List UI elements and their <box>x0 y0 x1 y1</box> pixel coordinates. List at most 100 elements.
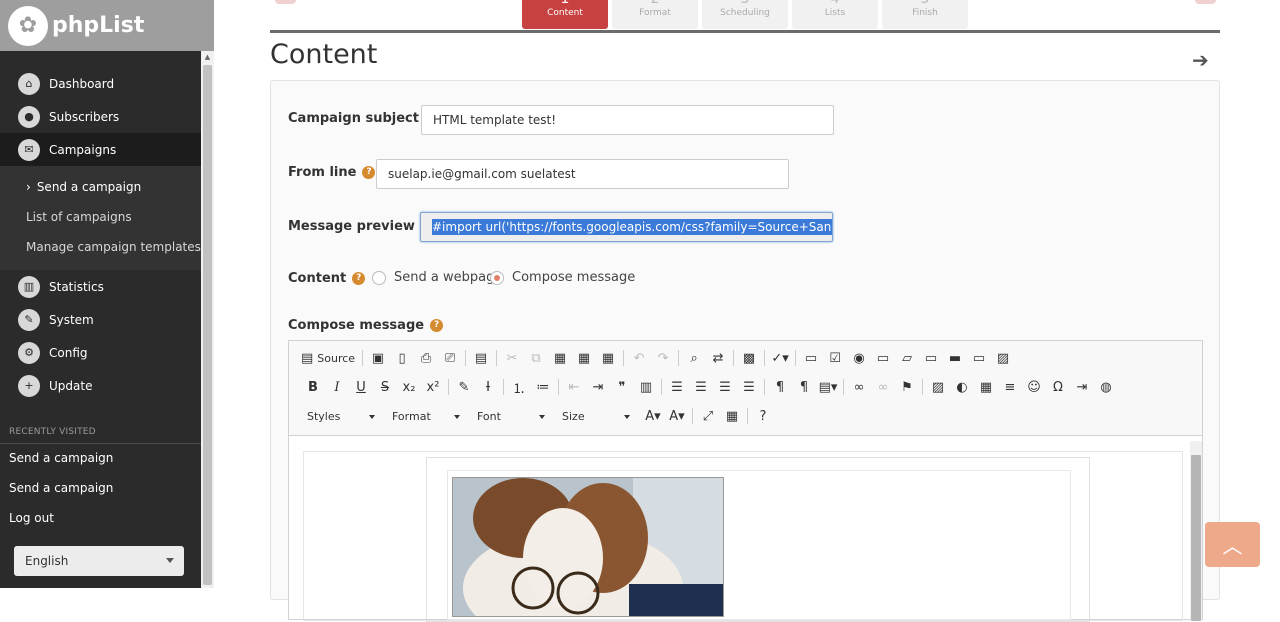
strikethrough-icon[interactable]: S <box>373 376 397 398</box>
align-right-icon[interactable]: ☰ <box>713 376 737 398</box>
select-all-icon[interactable]: ▩ <box>737 347 761 369</box>
arrow-right-icon[interactable]: ➔ <box>1192 48 1209 72</box>
subscript-icon[interactable]: x₂ <box>397 376 421 398</box>
indent-icon[interactable]: ⇥ <box>586 376 610 398</box>
flash-icon[interactable]: ◐ <box>950 376 974 398</box>
hidden-field-icon[interactable]: ▨ <box>991 347 1015 369</box>
step-format[interactable]: 2 Format <box>612 0 698 29</box>
help-icon[interactable]: ? <box>430 319 444 332</box>
recent-link[interactable]: Send a campaign <box>9 451 113 465</box>
help-icon[interactable]: ? <box>362 166 376 179</box>
show-blocks-icon[interactable]: ▦ <box>720 405 744 427</box>
font-combo[interactable]: Font <box>471 406 551 426</box>
scroll-to-top-button[interactable]: ︿ <box>1205 522 1260 567</box>
undo-icon[interactable]: ↶ <box>627 347 651 369</box>
nav-item-subscribers[interactable]: ● Subscribers <box>0 100 201 133</box>
outdent-icon[interactable]: ⇤ <box>562 376 586 398</box>
submenu-list-campaigns[interactable]: List of campaigns <box>0 202 201 232</box>
background-color-icon[interactable]: A▾ <box>665 405 689 427</box>
paste-text-icon[interactable]: ▦ <box>572 347 596 369</box>
link-icon[interactable]: ∞ <box>847 376 871 398</box>
cut-icon[interactable]: ✂ <box>500 347 524 369</box>
radio-compose-message[interactable]: Compose message <box>490 270 635 285</box>
sidebar-scrollbar[interactable]: ▲ <box>201 51 214 588</box>
preview-icon[interactable]: ⎙ <box>414 347 438 369</box>
next-step-corner-button[interactable] <box>1195 0 1216 4</box>
iframe-icon[interactable]: ◍ <box>1094 376 1118 398</box>
submenu-send-campaign[interactable]: › Send a campaign <box>0 172 201 202</box>
paste-icon[interactable]: ▦ <box>548 347 572 369</box>
step-finish[interactable]: 5 Finish <box>882 0 968 29</box>
superscript-icon[interactable]: x² <box>421 376 445 398</box>
spellcheck-icon[interactable]: ✓▾ <box>768 347 792 369</box>
help-icon[interactable]: ? <box>352 272 366 285</box>
language-select[interactable]: English <box>14 546 184 576</box>
editor-content-area[interactable] <box>303 451 1183 622</box>
textfield-icon[interactable]: ▭ <box>871 347 895 369</box>
radio-circle[interactable] <box>372 270 386 285</box>
horizontal-line-icon[interactable]: ≡ <box>998 376 1022 398</box>
justify-icon[interactable]: ☰ <box>737 376 761 398</box>
select-field-icon[interactable]: ▭ <box>919 347 943 369</box>
styles-combo[interactable]: Styles <box>301 406 381 426</box>
new-page-icon[interactable]: ▯ <box>390 347 414 369</box>
anchor-icon[interactable]: ⚑ <box>895 376 919 398</box>
rich-text-editor[interactable]: ▤ Source ▣ ▯ ⎙ ⎚ ▤ ✂ ⧉ ▦ ▦ ▦ ↶ ↷ ⌕ ⇄ ▩ ✓… <box>288 340 1203 622</box>
editor-scrollbar-thumb[interactable] <box>1191 455 1201 621</box>
form-icon[interactable]: ▭ <box>799 347 823 369</box>
blockquote-icon[interactable]: ❞ <box>610 376 634 398</box>
special-char-icon[interactable]: Ω <box>1046 376 1070 398</box>
dog-image[interactable] <box>452 477 724 617</box>
ltr-icon[interactable]: ¶ <box>768 376 792 398</box>
numbered-list-icon[interactable]: ⒈ <box>507 376 531 398</box>
scrollbar-thumb[interactable] <box>203 65 212 585</box>
message-preview-input[interactable]: #import url('https://fonts.googleapis.co… <box>420 212 833 242</box>
step-lists[interactable]: 4 Lists <box>792 0 878 29</box>
logo[interactable]: ✿ phpList <box>0 0 214 51</box>
prev-step-button[interactable] <box>275 0 296 4</box>
nav-item-update[interactable]: + Update <box>0 369 201 402</box>
text-color-icon[interactable]: A▾ <box>641 405 665 427</box>
image-button-icon[interactable]: ▭ <box>967 347 991 369</box>
bulleted-list-icon[interactable]: ≔ <box>531 376 555 398</box>
copy-icon[interactable]: ⧉ <box>524 347 548 369</box>
nav-item-statistics[interactable]: ▥ Statistics <box>0 270 201 303</box>
print-icon[interactable]: ⎚ <box>438 347 462 369</box>
nav-item-campaigns[interactable]: ✉ Campaigns <box>0 133 201 166</box>
checkbox-icon[interactable]: ☑ <box>823 347 847 369</box>
editor-scrollbar[interactable] <box>1190 441 1202 621</box>
campaign-subject-input[interactable]: HTML template test! <box>421 105 834 135</box>
remove-format-icon[interactable]: Ɨ <box>476 376 500 398</box>
scroll-up-icon[interactable]: ▲ <box>201 51 214 63</box>
italic-icon[interactable]: I <box>325 376 349 398</box>
maximize-icon[interactable]: ⤢ <box>696 405 720 427</box>
underline-icon[interactable]: U <box>349 376 373 398</box>
help-question-icon[interactable]: ? <box>751 405 775 427</box>
step-scheduling[interactable]: 3 Scheduling <box>702 0 788 29</box>
table-icon[interactable]: ▦ <box>974 376 998 398</box>
textarea-icon[interactable]: ▱ <box>895 347 919 369</box>
paste-word-icon[interactable]: ▦ <box>596 347 620 369</box>
image-icon[interactable]: ▨ <box>926 376 950 398</box>
submenu-manage-templates[interactable]: Manage campaign templates <box>0 232 201 262</box>
nav-item-config[interactable]: ⚙ Config <box>0 336 201 369</box>
language-icon[interactable]: ▤▾ <box>816 376 840 398</box>
bold-icon[interactable]: B <box>301 376 325 398</box>
radio-circle[interactable] <box>490 270 504 285</box>
nav-item-dashboard[interactable]: ⌂ Dashboard <box>0 67 201 100</box>
format-combo[interactable]: Format <box>386 406 466 426</box>
copy-format-icon[interactable]: ✎ <box>452 376 476 398</box>
source-button[interactable]: ▤ Source <box>301 347 359 369</box>
from-line-input[interactable]: suelap.ie@gmail.com suelatest <box>376 159 789 189</box>
size-combo[interactable]: Size <box>556 406 636 426</box>
div-container-icon[interactable]: ▥ <box>634 376 658 398</box>
recent-link[interactable]: Send a campaign <box>9 481 113 495</box>
logout-link[interactable]: Log out <box>9 511 54 525</box>
align-left-icon[interactable]: ☰ <box>665 376 689 398</box>
replace-icon[interactable]: ⇄ <box>706 347 730 369</box>
step-content[interactable]: 1 Content <box>522 0 608 29</box>
align-center-icon[interactable]: ☰ <box>689 376 713 398</box>
radio-icon[interactable]: ◉ <box>847 347 871 369</box>
page-break-icon[interactable]: ⇥ <box>1070 376 1094 398</box>
nav-item-system[interactable]: ✎ System <box>0 303 201 336</box>
